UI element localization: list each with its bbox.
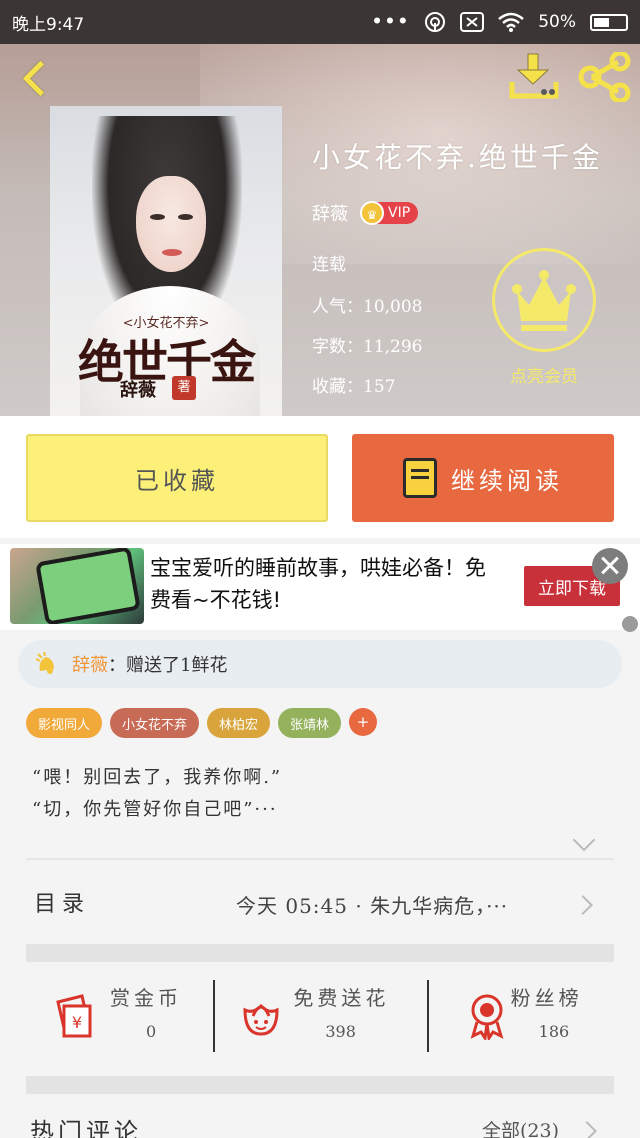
book-favorites: 收藏：157: [312, 377, 396, 397]
tag-list: 影视同人 小女花不弃 林柏宏 张靖林 +: [26, 708, 378, 738]
battery-percent: 50%: [538, 12, 576, 32]
ad-mark-icon: [622, 616, 638, 632]
tag-item[interactable]: 张靖林: [278, 708, 342, 738]
toc-row[interactable]: 目录 今天 05:45 · 朱九华病危，···: [0, 868, 640, 940]
status-bar: 晚上9:47 ••• 50%: [0, 0, 640, 44]
medal-icon: [470, 994, 504, 1040]
book-title: 小女花不弃.绝世千金: [312, 141, 603, 174]
continue-reading-label: 继续阅读: [451, 466, 563, 495]
chevron-right-icon: [577, 1121, 597, 1138]
battery-icon: [590, 13, 628, 31]
chevron-right-icon: [573, 895, 593, 915]
ad-image: [10, 548, 144, 624]
cover-seal: 著: [172, 376, 196, 400]
book-cover[interactable]: <小女花不弃> 绝世千金 辞薇 著: [50, 106, 282, 416]
download-icon[interactable]: [508, 52, 560, 102]
toc-label: 目录: [34, 892, 91, 917]
crown-icon: ♛: [360, 201, 384, 225]
ad-banner[interactable]: 宝宝爱听的睡前故事，哄娃必备！免费看~不花钱! 立即下载: [0, 544, 640, 630]
tag-item[interactable]: 林柏宏: [207, 708, 271, 738]
divider: [26, 858, 614, 860]
stat-label: 免费送花: [293, 986, 390, 1010]
book-icon: [403, 458, 437, 498]
hot-comments-title: 热门评论: [30, 1118, 142, 1138]
stat-value: 0: [146, 1022, 157, 1041]
section-separator: [26, 1076, 614, 1094]
hotspot-icon: [425, 12, 446, 32]
cover-author: 辞薇: [120, 380, 156, 401]
continue-reading-button[interactable]: 继续阅读: [352, 434, 614, 522]
bell-icon: [35, 651, 54, 674]
share-icon[interactable]: [578, 52, 632, 102]
tag-item[interactable]: 影视同人: [26, 708, 103, 738]
tag-item[interactable]: 小女花不弃: [110, 708, 200, 738]
book-word-count: 字数：11,296: [312, 337, 423, 357]
hot-comments-header: 热门评论 全部(23): [0, 1108, 640, 1138]
flower-icon: [243, 1003, 279, 1036]
author-name[interactable]: 辞薇: [312, 200, 348, 226]
author-row: 辞薇 ♛ VIP: [312, 200, 419, 226]
gift-user: 辞薇: [72, 655, 108, 676]
more-notifications-icon: •••: [371, 12, 411, 32]
member-button[interactable]: [492, 248, 596, 352]
status-time: 晚上9:47: [12, 14, 85, 35]
favorited-button[interactable]: 已收藏: [26, 434, 328, 522]
gift-text: ：赠送了1鲜花: [108, 655, 228, 676]
action-bar: 已收藏 继续阅读: [0, 416, 640, 538]
excerpt-line: “喂！别回去了，我养你啊.”: [32, 767, 283, 788]
sim-off-icon: [460, 12, 485, 32]
stats-row: ¥ 赏金币 0 免费送花 398 粉丝榜 186: [0, 962, 640, 1074]
crown-icon: [512, 270, 576, 331]
add-tag-button[interactable]: +: [349, 708, 378, 736]
section-separator: [26, 944, 614, 962]
cover-title: 绝世千金: [78, 335, 256, 389]
chevron-left-icon[interactable]: [16, 56, 56, 100]
red-envelope-icon: ¥: [56, 994, 92, 1038]
stat-value: 186: [538, 1022, 570, 1041]
all-comments-link[interactable]: 全部(23): [482, 1116, 559, 1138]
ad-text: 宝宝爱听的睡前故事，哄娃必备！免费看~不花钱!: [150, 556, 486, 612]
chevron-down-icon[interactable]: [572, 828, 596, 852]
book-excerpt: “喂！别回去了，我养你啊.” “切，你先管好你自己吧”···: [32, 762, 592, 826]
book-popularity: 人气：10,008: [312, 297, 423, 317]
stat-label: 粉丝榜: [510, 986, 583, 1010]
book-header: <小女花不弃> 绝世千金 辞薇 著 小女花不弃.绝世千金 辞薇 ♛ VIP 连载…: [0, 44, 640, 416]
stat-value: 398: [325, 1022, 356, 1041]
wifi-icon: [498, 12, 525, 32]
member-label[interactable]: 点亮会员: [498, 362, 590, 387]
latest-chapter: 今天 05:45 · 朱九华病危，···: [236, 894, 509, 918]
book-status: 连载: [312, 255, 346, 275]
free-flowers[interactable]: 免费送花 398: [213, 962, 426, 1074]
fan-ranking[interactable]: 粉丝榜 186: [426, 962, 640, 1074]
gift-notice[interactable]: 辞薇 ：赠送了1鲜花: [18, 640, 622, 688]
stat-label: 赏金币: [110, 986, 182, 1010]
vip-badge: ♛ VIP: [360, 201, 419, 225]
svg-text:¥: ¥: [72, 1013, 82, 1032]
reward-coins[interactable]: ¥ 赏金币 0: [0, 962, 213, 1074]
close-icon[interactable]: [592, 548, 628, 584]
excerpt-line: “切，你先管好你自己吧”···: [32, 799, 278, 820]
